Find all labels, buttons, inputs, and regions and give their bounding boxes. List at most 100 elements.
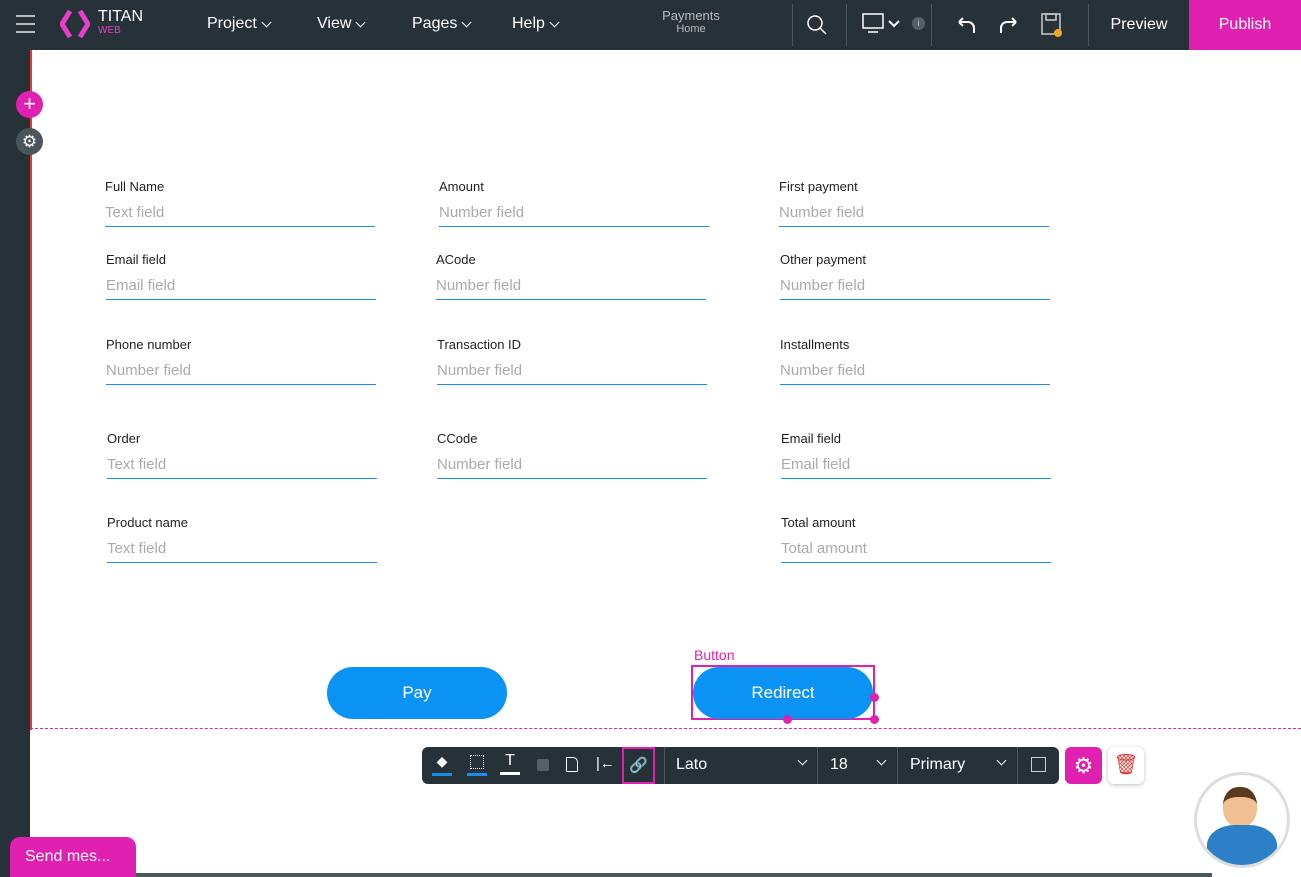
text-color-icon[interactable]: T (500, 752, 520, 778)
menu-label: Pages (412, 15, 458, 32)
menu-pages[interactable]: Pages (412, 15, 472, 33)
preview-button[interactable]: Preview (1089, 0, 1189, 50)
form-field[interactable]: Email field Email field (106, 252, 376, 300)
divider (846, 4, 847, 46)
pay-button[interactable]: Pay (327, 667, 507, 719)
chevron-down-icon (876, 755, 887, 766)
field-label: Transaction ID (437, 337, 522, 352)
field-input[interactable]: Text field (107, 456, 377, 476)
page-selector[interactable]: Payments Home (655, 8, 727, 35)
border-color-icon[interactable] (467, 755, 487, 777)
font-value: Lato (676, 756, 708, 773)
chevron-down-icon (261, 17, 272, 27)
field-input[interactable]: Text field (107, 540, 377, 560)
field-input[interactable]: Email field (781, 456, 1051, 476)
chevron-down-icon (996, 755, 1007, 766)
menu-project[interactable]: Project (207, 15, 272, 33)
form-field[interactable]: Full Name Text field (105, 179, 375, 227)
divider (1017, 747, 1018, 784)
form-field[interactable]: First payment Number field (779, 179, 1049, 227)
field-input[interactable]: Number field (439, 204, 709, 224)
redo-icon[interactable] (998, 14, 1020, 36)
form-field[interactable]: ACode Number field (436, 252, 706, 300)
font-size-dropdown[interactable]: 18 (830, 755, 887, 774)
link-icon[interactable]: 🔗 (622, 747, 655, 784)
field-label: Full Name (105, 179, 165, 194)
resize-handle[interactable] (783, 715, 792, 724)
divider (897, 747, 898, 784)
form-field[interactable]: Phone number Number field (106, 337, 376, 385)
chevron-down-icon (797, 755, 808, 766)
form-field[interactable]: CCode Number field (437, 431, 707, 479)
section-divider (30, 728, 1301, 729)
publish-button[interactable]: Publish (1189, 0, 1301, 50)
form-field[interactable]: Order Text field (107, 431, 377, 479)
divider (817, 747, 818, 784)
field-input[interactable]: Number field (780, 362, 1050, 382)
field-input[interactable]: Number field (779, 204, 1049, 224)
field-label: First payment (779, 179, 858, 194)
form-field[interactable]: Email field Email field (781, 431, 1051, 479)
field-input[interactable]: Number field (437, 362, 707, 382)
top-bar: TITAN WEB Project View Pages Help Payment… (0, 0, 1301, 50)
logo-icon (60, 9, 90, 39)
field-input[interactable]: Total amount (781, 540, 1051, 560)
menu-label: View (317, 15, 352, 32)
field-input[interactable]: Text field (105, 204, 375, 224)
form-field[interactable]: Other payment Number field (780, 252, 1050, 300)
field-label: Amount (439, 179, 484, 194)
page-icon[interactable] (566, 757, 578, 772)
chevron-down-icon (549, 17, 560, 27)
element-toolbar: ◆ T |← 🔗 Lato 18 Primary (422, 747, 1059, 784)
form-field[interactable]: Product name Text field (107, 515, 377, 563)
desktop-device-icon[interactable] (862, 13, 904, 35)
logo-sub: WEB (98, 25, 121, 36)
field-input[interactable]: Number field (780, 277, 1050, 297)
redirect-button[interactable]: Redirect (693, 667, 873, 719)
save-icon[interactable] (1040, 12, 1064, 38)
font-dropdown[interactable]: Lato (676, 755, 808, 774)
field-label: Email field (106, 252, 166, 267)
field-label: Other payment (780, 252, 866, 267)
chevron-down-icon (355, 17, 366, 27)
form-field[interactable]: Amount Number field (439, 179, 709, 227)
info-badge[interactable]: i (912, 17, 925, 30)
style-value: Primary (910, 756, 966, 773)
page-title: Payments (662, 8, 720, 23)
open-external-icon[interactable] (1031, 757, 1046, 772)
align-left-icon[interactable]: |← (596, 755, 615, 772)
assistant-avatar[interactable] (1194, 772, 1290, 868)
form-field[interactable]: Transaction ID Number field (437, 337, 707, 385)
field-label: CCode (437, 431, 478, 446)
send-message-chat-button[interactable]: Send mes... (10, 837, 136, 877)
titan-logo: TITAN WEB (60, 9, 143, 39)
undo-icon[interactable] (955, 14, 977, 36)
horizontal-scrollbar[interactable] (136, 873, 1212, 877)
shadow-icon[interactable] (537, 759, 549, 771)
style-dropdown[interactable]: Primary (910, 755, 1007, 774)
divider (792, 4, 793, 46)
search-icon[interactable] (806, 14, 828, 36)
hamburger-menu-icon[interactable] (16, 15, 35, 33)
field-label: Product name (107, 515, 188, 530)
divider (931, 4, 932, 46)
add-element-button[interactable]: + (16, 91, 43, 118)
resize-handle[interactable] (870, 693, 879, 702)
field-input[interactable]: Number field (106, 362, 376, 382)
form-field[interactable]: Installments Number field (780, 337, 1050, 385)
settings-gear-icon[interactable]: ⚙ (16, 128, 43, 155)
menu-view[interactable]: View (317, 15, 366, 33)
menu-help[interactable]: Help (512, 15, 560, 33)
logo-title: TITAN (98, 8, 144, 25)
field-label: Phone number (106, 337, 192, 352)
field-input[interactable]: Number field (436, 277, 706, 297)
field-input[interactable]: Number field (437, 456, 707, 476)
field-label: ACode (436, 252, 476, 267)
left-sidebar (0, 50, 30, 877)
fill-color-icon[interactable]: ◆ (432, 753, 452, 777)
form-field[interactable]: Total amount Total amount (781, 515, 1051, 563)
field-input[interactable]: Email field (106, 277, 376, 297)
resize-handle[interactable] (870, 715, 879, 724)
element-settings-button[interactable]: ⚙ (1065, 747, 1102, 784)
delete-button[interactable]: 🗑 (1108, 747, 1144, 784)
